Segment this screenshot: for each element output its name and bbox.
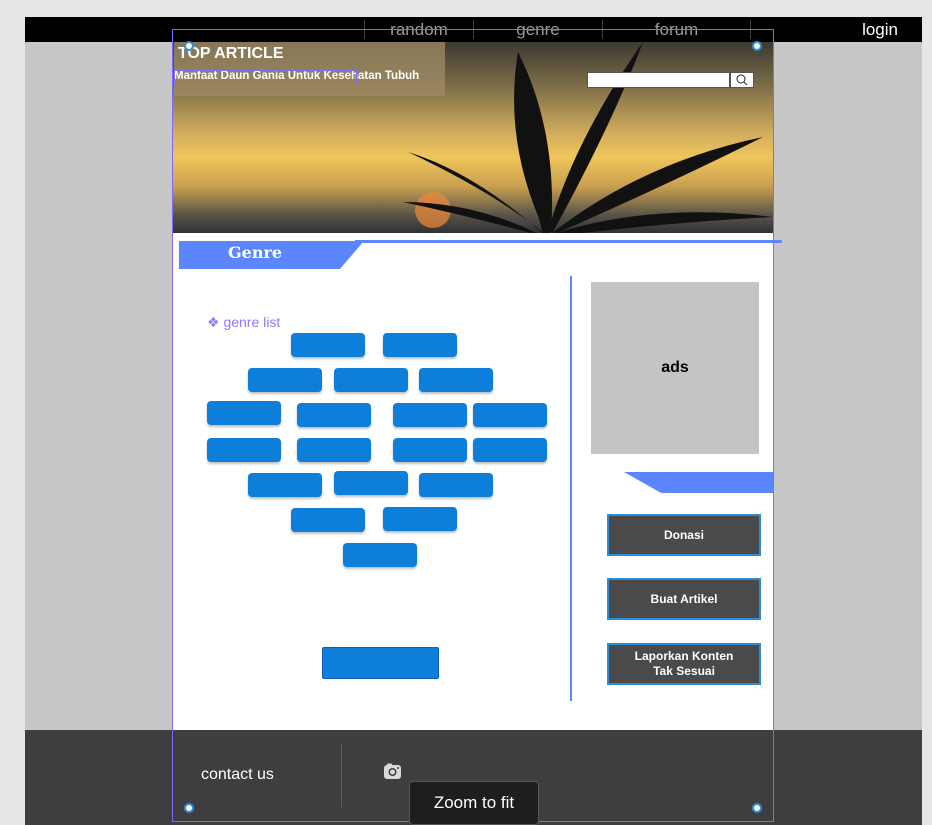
top-navigation-bar: random genre forum login: [25, 17, 922, 42]
genre-button[interactable]: [248, 368, 322, 392]
genre-list-label: ❖ genre list: [207, 314, 281, 330]
genre-button[interactable]: [393, 403, 467, 427]
genre-button[interactable]: [291, 508, 365, 532]
search-input[interactable]: [587, 72, 730, 88]
genre-button[interactable]: [207, 401, 281, 425]
resize-handle-bottom-right[interactable]: [752, 803, 762, 813]
more-genres-button[interactable]: [322, 647, 439, 679]
nav-item-random[interactable]: random: [365, 17, 473, 42]
genre-button[interactable]: [291, 333, 365, 357]
resize-handle-top-left[interactable]: [184, 41, 194, 51]
search-button[interactable]: [730, 72, 754, 88]
genre-header-line: [355, 240, 782, 243]
genre-button[interactable]: [383, 333, 457, 357]
genre-button[interactable]: [383, 507, 457, 531]
genre-button[interactable]: [419, 473, 493, 497]
text-selection-highlight: [174, 70, 357, 84]
footer-separator: [341, 744, 342, 807]
top-article-heading: TOP ARTICLE: [178, 45, 284, 62]
report-content-button[interactable]: Laporkan Konten Tak Sesuai: [607, 643, 761, 685]
zoom-to-fit-button[interactable]: Zoom to fit: [409, 781, 539, 825]
nav-separator: [750, 20, 751, 39]
genre-title: Genre: [228, 243, 283, 262]
genre-button[interactable]: [334, 471, 408, 495]
content-divider: [570, 276, 572, 701]
resize-handle-top-right[interactable]: [752, 41, 762, 51]
genre-button[interactable]: [473, 403, 547, 427]
create-article-button[interactable]: Buat Artikel: [607, 578, 761, 620]
instagram-icon[interactable]: [383, 763, 402, 780]
genre-button[interactable]: [207, 438, 281, 462]
ads-placeholder[interactable]: ads: [591, 282, 759, 454]
genre-button[interactable]: [393, 438, 467, 462]
genre-button[interactable]: [473, 438, 547, 462]
contact-us-link[interactable]: contact us: [201, 766, 274, 784]
donate-button[interactable]: Donasi: [607, 514, 761, 556]
genre-button[interactable]: [297, 438, 371, 462]
genre-button[interactable]: [343, 543, 417, 567]
nav-item-genre[interactable]: genre: [474, 17, 602, 42]
nav-item-forum[interactable]: forum: [603, 17, 750, 42]
login-link[interactable]: login: [862, 17, 898, 42]
genre-button[interactable]: [248, 473, 322, 497]
genre-button[interactable]: [334, 368, 408, 392]
resize-handle-bottom-left[interactable]: [184, 803, 194, 813]
genre-button[interactable]: [419, 368, 493, 392]
search-icon: [736, 74, 748, 86]
genre-button[interactable]: [297, 403, 371, 427]
